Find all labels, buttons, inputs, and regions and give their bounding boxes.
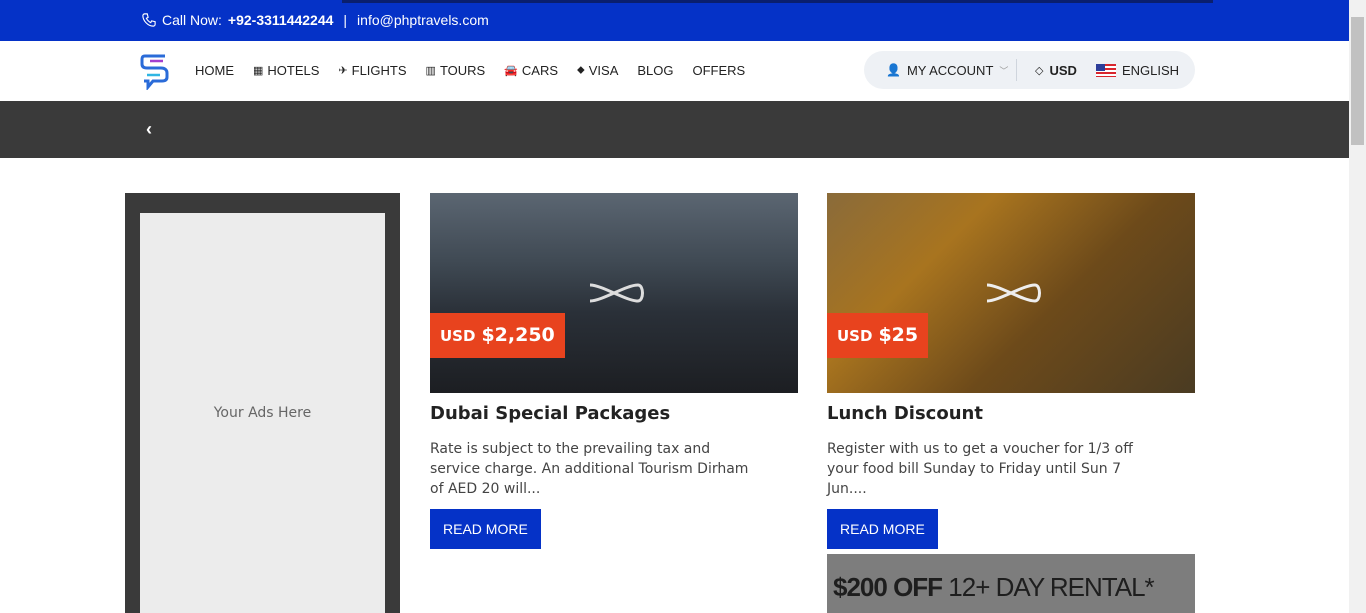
nav-offers[interactable]: OFFERS [693,63,746,78]
top-bar: Call Now: +92-3311442244 | info@phptrave… [0,0,1349,41]
offer-title[interactable]: Lunch Discount [827,403,1195,424]
price-currency: USD [440,327,476,345]
offer-image[interactable]: USD $25 [827,193,1195,393]
contact-info: Call Now: +92-3311442244 | info@phptrave… [142,12,489,28]
language-label: ENGLISH [1122,62,1180,78]
price-badge: USD $2,250 [430,313,565,358]
nav-visa-label: VISA [588,63,619,78]
nav-flights-label: FLIGHTS [351,63,407,78]
phone-icon [142,13,156,27]
email-link[interactable]: info@phptravels.com [357,12,489,28]
price-amount: $2,250 [481,324,555,346]
us-flag-icon [1096,63,1116,77]
nav-blog-label: BLOG [637,63,674,78]
promo-banner[interactable]: $200 OFF 12+ DAY RENTAL* [827,554,1195,613]
nav-visa[interactable]: ⬥ VISA [577,63,618,78]
nav-menu: HOME ▦ HOTELS ✈ FLIGHTS ▥ TOURS 🚘 CARS ⬥ VISA… [195,63,745,78]
offer-card: USD $2,250 Dubai Special Packages Rate i… [430,193,798,549]
nav-tours-label: TOURS [439,63,486,78]
car-icon: 🚘 [504,65,518,77]
nav-flights[interactable]: ✈ FLIGHTS [338,63,406,78]
nav-hotels-label: HOTELS [267,63,320,78]
plane-icon: ✈ [338,65,348,77]
offer-title[interactable]: Dubai Special Packages [430,403,798,424]
scrollbar-thumb[interactable] [1351,17,1364,145]
nav-offers-label: OFFERS [692,63,746,78]
currency-label: USD [1049,62,1077,78]
nav-cars[interactable]: 🚘 CARS [504,63,558,78]
page-header-bar: ‹ [0,101,1349,158]
main-navbar: HOME ▦ HOTELS ✈ FLIGHTS ▥ TOURS 🚘 CARS ⬥ VISA… [0,41,1349,101]
call-label: Call Now: [162,12,222,28]
nav-hotels[interactable]: ▦ HOTELS [253,63,319,78]
offer-description: Rate is subject to the prevailing tax an… [430,441,749,497]
language-selector[interactable]: ENGLISH [1096,63,1179,78]
offer-image[interactable]: USD $2,250 [430,193,798,393]
page-scrollbar[interactable] [1349,0,1366,613]
toolbar-divider [1016,59,1017,81]
logo[interactable] [139,52,171,90]
my-account-dropdown[interactable]: 👤 MY ACCOUNT ﹀ [886,63,1008,78]
promo-bold: $200 OFF [833,572,943,602]
sidebar-ad: Your Ads Here [125,193,400,613]
loading-infinity-icon [986,283,1041,303]
nav-home-label: HOME [195,63,234,78]
my-account-label: MY ACCOUNT [906,62,994,78]
currency-tag-icon: ◇ [1035,64,1044,77]
suitcase-icon: ▥ [425,65,436,77]
building-icon: ▦ [253,65,264,77]
nav-home[interactable]: HOME [195,63,234,78]
nav-blog[interactable]: BLOG [637,63,673,78]
loading-infinity-icon [589,283,644,303]
currency-selector[interactable]: ◇ USD [1035,63,1077,78]
nav-tours[interactable]: ▥ TOURS [426,63,486,78]
ad-placeholder[interactable]: Your Ads Here [140,213,385,613]
user-icon: 👤 [886,63,901,77]
account-toolbar: 👤 MY ACCOUNT ﹀ ◇ USD ENGLISH [864,51,1195,89]
price-amount: $25 [878,324,919,346]
ad-text: Your Ads Here [213,405,312,421]
chevron-down-icon: ﹀ [999,65,1009,76]
price-currency: USD [837,327,873,345]
back-arrow-icon[interactable]: ‹ [146,119,152,140]
top-accent-line [342,0,1213,3]
tag-icon: ⬥ [577,64,585,76]
offer-card: USD $25 Lunch Discount Register with us … [827,193,1195,549]
read-more-button[interactable]: READ MORE [827,509,938,549]
phone-number[interactable]: +92-3311442244 [228,12,334,28]
read-more-button[interactable]: READ MORE [430,509,541,549]
nav-cars-label: CARS [521,63,559,78]
promo-rest: 12+ DAY RENTAL* [948,572,1154,602]
promo-text: $200 OFF 12+ DAY RENTAL* [833,572,1155,603]
offer-description: Register with us to get a voucher for 1/… [827,441,1133,497]
separator: | [343,12,348,28]
price-badge: USD $25 [827,313,929,358]
